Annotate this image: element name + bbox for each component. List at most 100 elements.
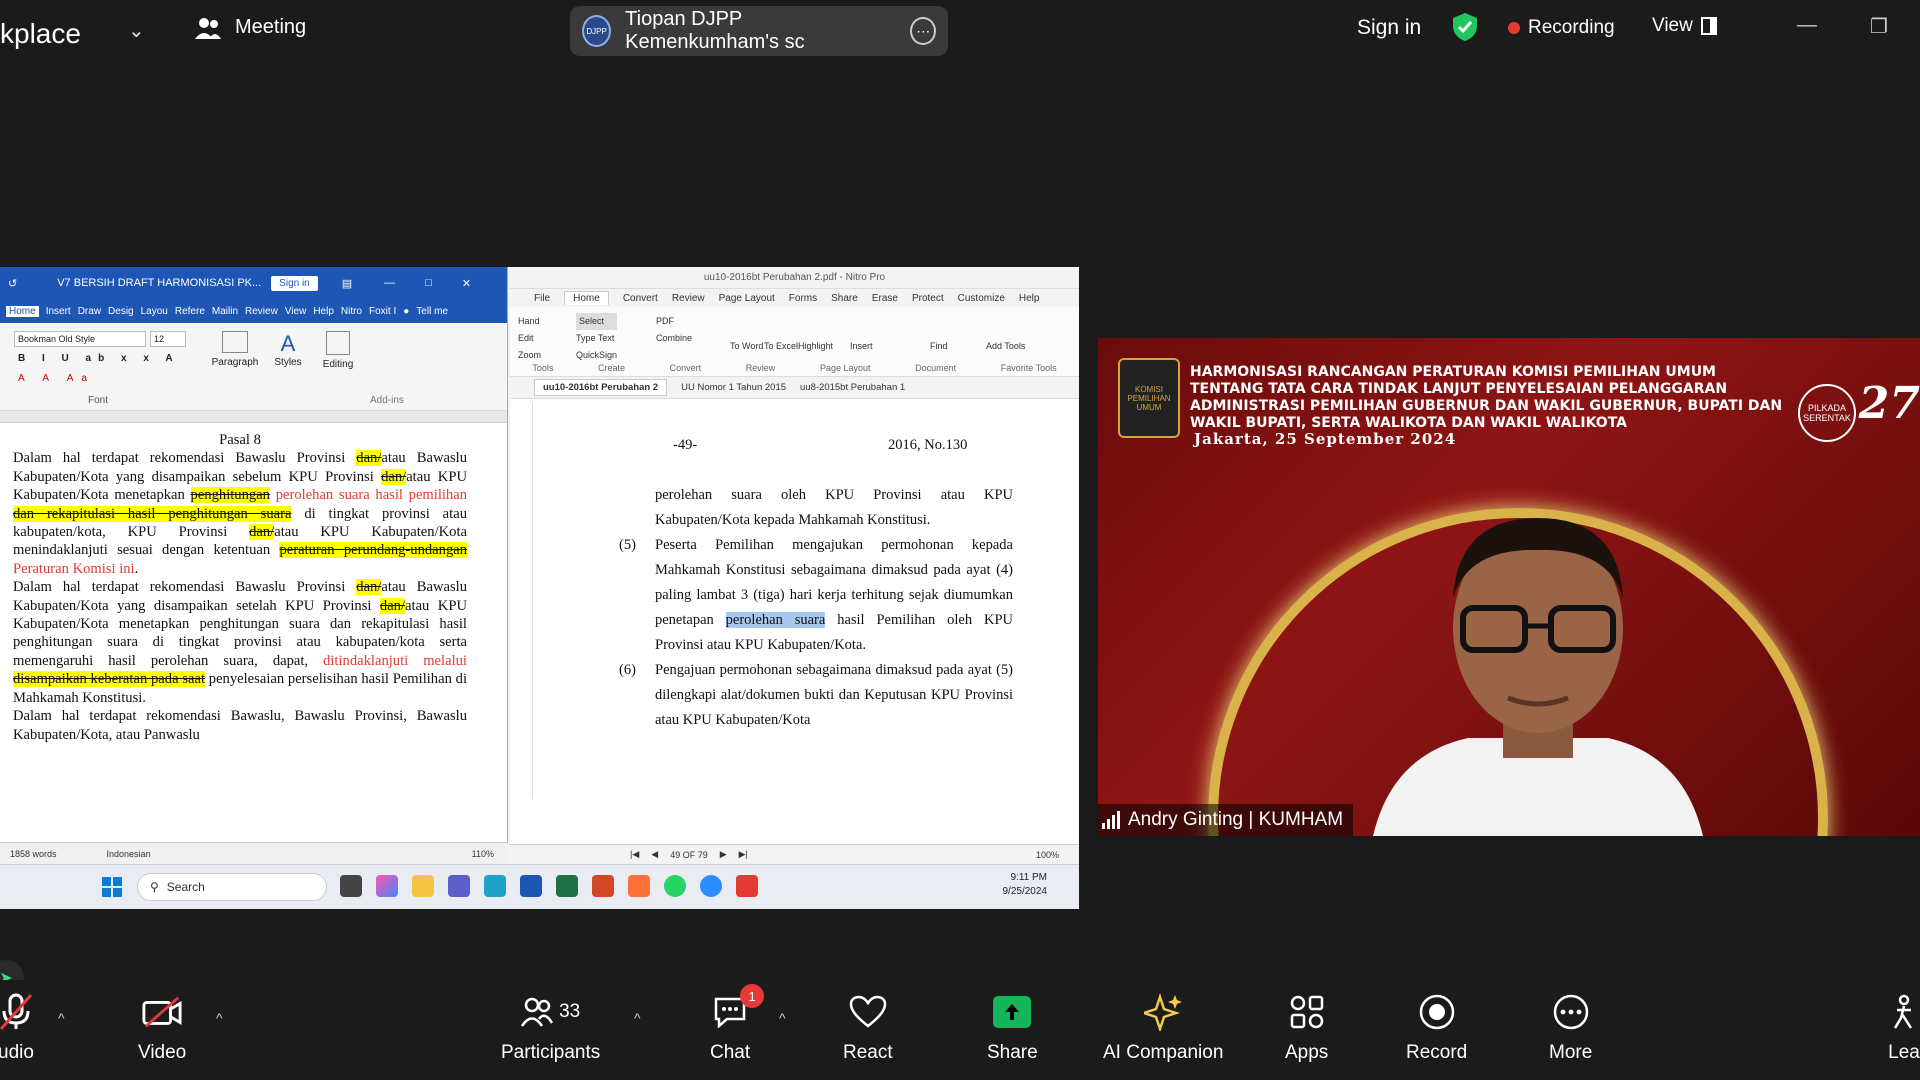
styles-group[interactable]: A Styles [268,331,308,368]
taskbar-search[interactable]: ⚲ Search [137,873,327,901]
video-options-caret-icon[interactable]: ^ [216,1010,223,1026]
paragraph-group[interactable]: Paragraph [210,331,260,368]
word-count[interactable]: 1858 words [10,849,57,859]
tab-help[interactable]: Help [1019,293,1040,304]
restore-icon[interactable]: ❐ [1870,14,1888,39]
chevron-down-icon[interactable]: ⌄ [128,18,145,43]
edit-tool[interactable]: Edit [518,330,541,347]
zoom-app-icon[interactable] [700,875,722,897]
addins-label[interactable]: Add-ins [370,395,404,406]
nitro-zoom[interactable]: 100% [1036,850,1059,860]
copilot-icon[interactable] [376,875,398,897]
tab-protect[interactable]: Protect [912,293,944,304]
powerpoint-icon[interactable] [592,875,614,897]
chat-options-caret-icon[interactable]: ^ [779,1010,786,1026]
view-button[interactable]: View [1652,15,1717,37]
tab-review[interactable]: Review [245,306,278,317]
teams-icon[interactable] [448,875,470,897]
tab-layout[interactable]: Layou [141,306,168,317]
tab-help[interactable]: Help [313,306,334,317]
font-name-select[interactable]: Bookman Old Style [14,331,146,347]
system-clock[interactable]: 9:11 PM 9/25/2024 [1003,871,1048,899]
screen-share-pill[interactable]: DJPP Tiopan DJPP Kemenkumham's sc ⋯ [570,6,948,56]
shield-icon[interactable] [1452,12,1478,42]
tab-references[interactable]: Refere [175,306,205,317]
ribbon-display-icon[interactable]: ▤ [342,277,352,290]
combine-button[interactable]: Combine [656,330,692,347]
nitro-app-icon[interactable] [736,875,758,897]
video-button[interactable]: Video [138,992,186,1064]
firefox-icon[interactable] [628,875,650,897]
tab-design[interactable]: Desig [108,306,134,317]
share-button[interactable]: Share [987,992,1038,1064]
tell-me-input[interactable]: Tell me [416,306,448,317]
more-options-icon[interactable]: ⋯ [910,17,936,45]
participants-options-caret-icon[interactable]: ^ [634,1010,641,1026]
tab-page-layout[interactable]: Page Layout [719,293,775,304]
word-sign-in-button[interactable]: Sign in [271,275,318,291]
pdf-page[interactable]: -49- 2016, No.130 perolehan suara oleh K… [532,403,1072,799]
audio-button[interactable]: udio [0,992,36,1064]
tab-nitro[interactable]: Nitro [341,306,362,317]
participant-video-tile[interactable]: KOMISI PEMILIHAN UMUM HARMONISASI RANCAN… [1098,338,1920,836]
zoom-tool[interactable]: Zoom [518,347,541,364]
font-size-select[interactable]: 12 [150,331,186,347]
recording-indicator[interactable]: Recording [1508,17,1615,39]
chat-button[interactable]: 1 Chat [710,984,765,1064]
excel-icon[interactable] [556,875,578,897]
windows-start-icon[interactable] [102,877,122,897]
close-icon[interactable]: ✕ [462,277,471,290]
doc-tab-uu8-2015[interactable]: uu8-2015bt Perubahan 1 [800,382,905,393]
editing-group[interactable]: Editing [316,331,360,370]
apps-button[interactable]: Apps [1285,992,1328,1064]
doc-tab-uu1-2015[interactable]: UU Nomor 1 Tahun 2015 [681,382,786,393]
tab-home[interactable]: Home [6,305,39,317]
tab-foxit[interactable]: Foxit I [369,306,396,317]
highlight-button[interactable]: Highlight [798,341,833,351]
hand-tool[interactable]: Hand [518,313,541,330]
add-tools-button[interactable]: Add Tools [986,341,1025,351]
next-page-icon[interactable]: ▶ [720,849,727,860]
minimize-icon[interactable]: — [384,277,395,289]
first-page-icon[interactable]: |◀ [630,849,639,860]
minimize-icon[interactable]: — [1797,14,1817,37]
tab-review[interactable]: Review [672,293,705,304]
tab-share[interactable]: Share [831,293,858,304]
audio-options-caret-icon[interactable]: ^ [58,1010,65,1026]
whatsapp-icon[interactable] [664,875,686,897]
ai-companion-button[interactable]: AI Companion [1103,992,1223,1064]
selected-text[interactable]: perolehan suara [725,612,826,628]
record-button[interactable]: Record [1406,992,1467,1064]
tab-view[interactable]: View [285,306,307,317]
more-button[interactable]: More [1549,992,1592,1064]
file-explorer-icon[interactable] [412,875,434,897]
to-word-button[interactable]: To Word [730,341,763,351]
tab-mailings[interactable]: Mailin [212,306,238,317]
tab-file[interactable]: File [534,293,550,304]
page-indicator[interactable]: 49 OF 79 [670,850,708,860]
undo-icon[interactable]: ↺ [8,277,17,290]
participants-button[interactable]: 33 Participants [501,992,600,1064]
zoom-level[interactable]: 110% [472,849,494,859]
language-indicator[interactable]: Indonesian [107,849,151,859]
word-document-body[interactable]: Pasal 8 Dalam hal terdapat rekomendasi B… [0,423,507,823]
prev-page-icon[interactable]: ◀ [651,849,658,860]
select-tool[interactable]: Select [576,313,618,330]
quicksign-tool[interactable]: QuickSign [576,347,617,364]
font-color-buttons[interactable]: A A Aa [18,373,95,384]
leave-button[interactable]: Lea [1884,992,1920,1064]
insert-button[interactable]: Insert [850,341,873,351]
pdf-button[interactable]: PDF [656,313,692,330]
format-buttons[interactable]: B I U ab x x A [18,353,180,364]
find-button[interactable]: Find [930,341,948,351]
tab-erase[interactable]: Erase [872,293,898,304]
to-excel-button[interactable]: To Excel [764,341,798,351]
tab-convert[interactable]: Convert [623,293,658,304]
tab-forms[interactable]: Forms [789,293,817,304]
sign-in-link[interactable]: Sign in [1357,16,1421,40]
tab-customize[interactable]: Customize [958,293,1005,304]
doc-tab-active[interactable]: uu10-2016bt Perubahan 2 [534,379,668,396]
edge-icon[interactable] [484,875,506,897]
word-icon[interactable] [520,875,542,897]
type-text-tool[interactable]: Type Text [576,330,617,347]
